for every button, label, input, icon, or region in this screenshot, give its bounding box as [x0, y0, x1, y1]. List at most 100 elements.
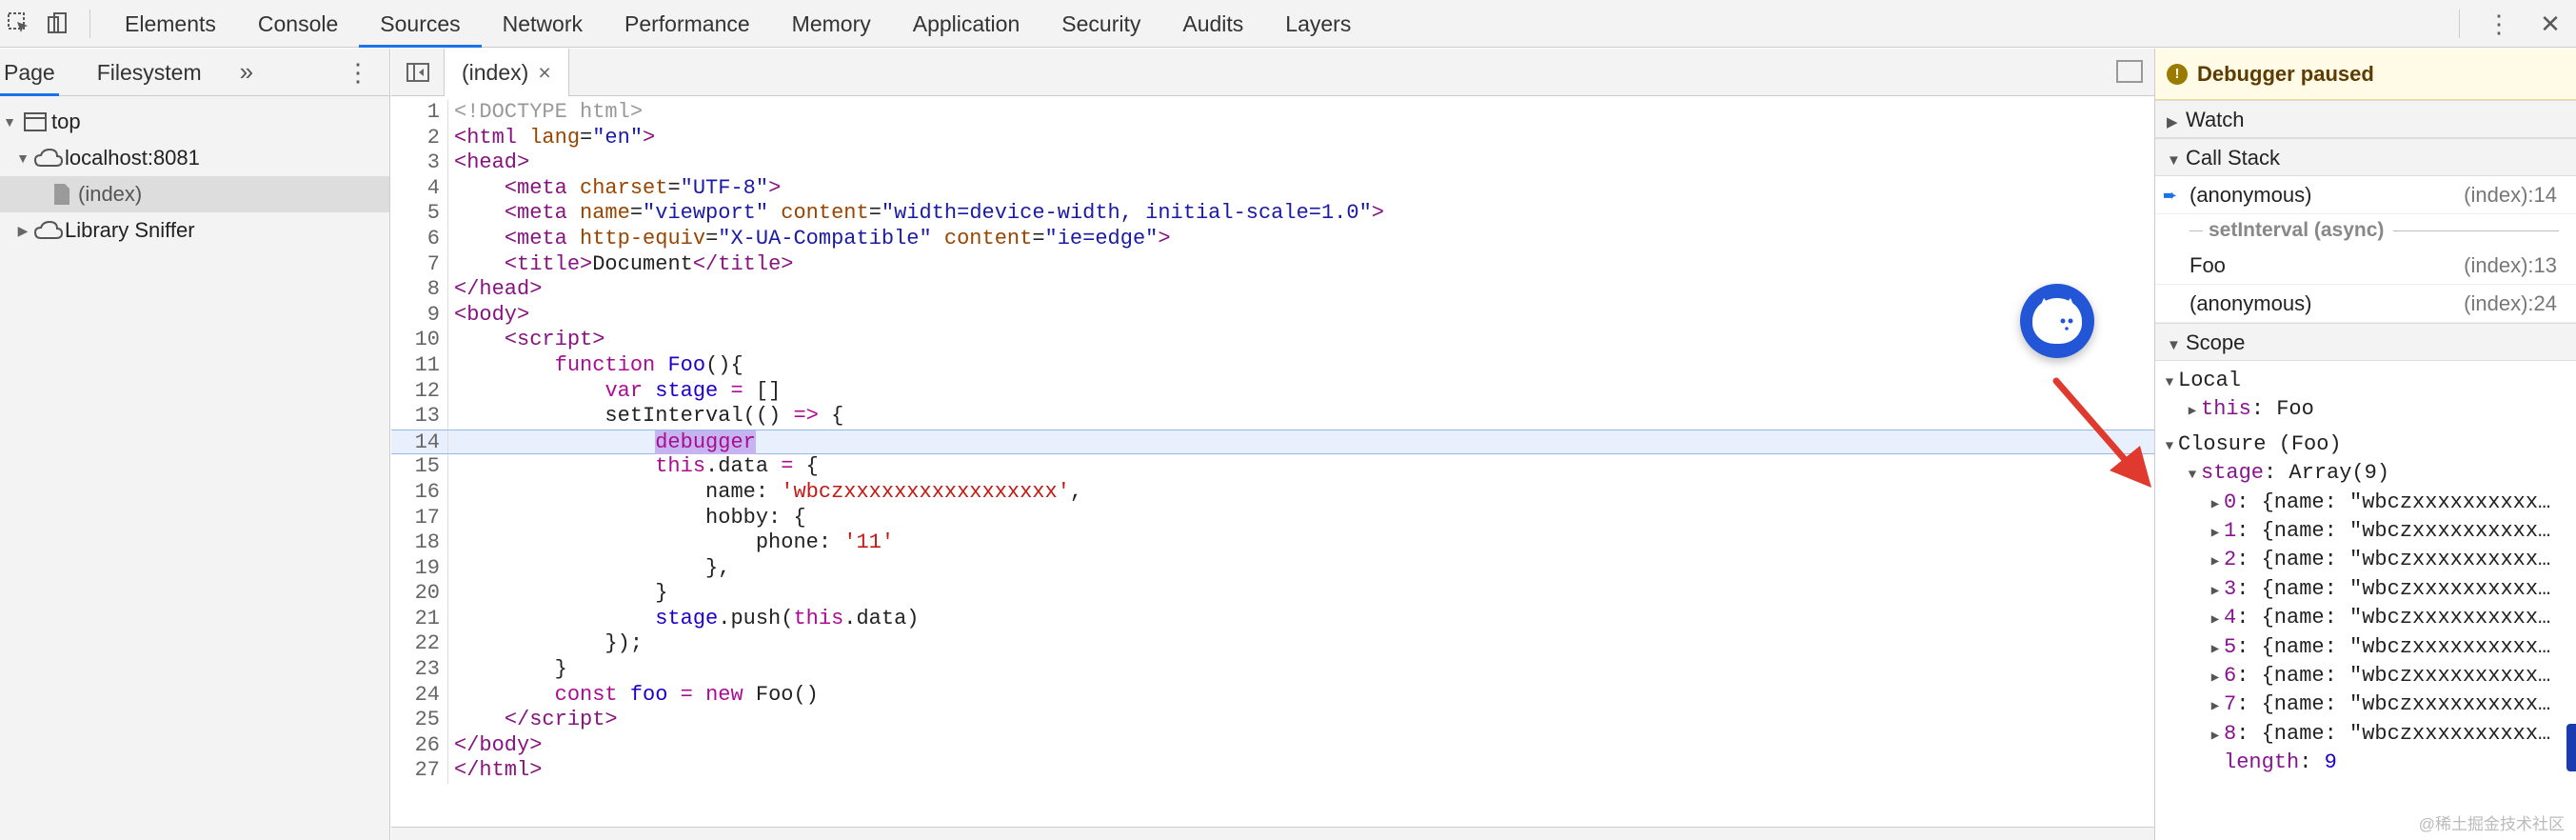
watch-section-header[interactable]: ▶ Watch [2155, 100, 2576, 138]
tree-item-label: top [51, 110, 81, 133]
code-line: 18 phone: '11' [391, 530, 2154, 556]
scope-section-header[interactable]: ▼ Scope [2155, 323, 2576, 361]
tab-elements[interactable]: Elements [104, 0, 237, 48]
annotation-arrow-icon [2052, 377, 2151, 488]
array-item[interactable]: ▶ 2: {name: "wbczxxxxxxxxxx… [2155, 546, 2576, 574]
frame-location[interactable]: (index):14 [2464, 176, 2557, 213]
scope-label: Local [2178, 369, 2242, 392]
code-line: 5 <meta name="viewport" content="width=d… [391, 201, 2154, 227]
expand-triangle-icon[interactable]: ▶ [13, 212, 32, 249]
tree-item-label: localhost:8081 [65, 146, 200, 170]
call-frame[interactable]: ➨ (anonymous) (index):14 [2155, 176, 2576, 214]
tab-sources[interactable]: Sources [359, 0, 483, 48]
collapsed-triangle-icon: ▶ [2188, 404, 2197, 420]
collapsed-triangle-icon: ▶ [2210, 670, 2220, 686]
tab-page[interactable]: Page [0, 49, 59, 96]
code-line: 13 setInterval(() => { [391, 404, 2154, 430]
tab-application[interactable]: Application [892, 0, 1041, 48]
tab-layers[interactable]: Layers [1264, 0, 1372, 48]
array-item[interactable]: ▶ 0: {name: "wbczxxxxxxxxxx… [2155, 489, 2576, 517]
tab-console[interactable]: Console [237, 0, 359, 48]
prop-value: Foo [2276, 397, 2314, 422]
scope-tree: ▼ Local ▶ this: Foo ▼ Closure (Foo) ▼ stage:… [2155, 361, 2576, 777]
code-line: 21 stage.push(this.data) [391, 606, 2154, 632]
call-frame[interactable]: Foo (index):13 [2155, 247, 2576, 285]
scope-closure[interactable]: ▼ Closure (Foo) [2155, 430, 2576, 459]
frame-location[interactable]: (index):24 [2464, 285, 2557, 322]
code-line: 11 function Foo(){ [391, 352, 2154, 379]
toolbar-divider [89, 9, 90, 38]
code-line: 12 var stage = [] [391, 378, 2154, 405]
array-item[interactable]: ▶ 6: {name: "wbczxxxxxxxxxx… [2155, 662, 2576, 690]
section-label: Watch [2186, 108, 2245, 131]
more-tabs-icon[interactable]: » [240, 57, 253, 87]
tree-item-label: (index) [78, 182, 143, 206]
tab-security[interactable]: Security [1040, 0, 1161, 48]
collapsed-triangle-icon: ▶ [2167, 114, 2178, 130]
tab-performance[interactable]: Performance [604, 0, 771, 48]
cloud-icon [32, 148, 65, 169]
debugger-sidebar: ! Debugger paused ▶ Watch ▼ Call Stack ➨ (… [2154, 49, 2576, 840]
prop-key: stage [2201, 461, 2265, 486]
frame-icon [19, 111, 51, 132]
async-label: setInterval (async) [2209, 219, 2385, 241]
scope-local[interactable]: ▼ Local [2155, 367, 2576, 395]
frame-name: (anonymous) [2190, 183, 2312, 207]
tab-audits[interactable]: Audits [1161, 0, 1264, 48]
scope-label: Closure (Foo) [2178, 431, 2342, 456]
code-line: 9 <body> [391, 302, 2154, 329]
kebab-menu-icon[interactable]: ⋮ [2473, 0, 2525, 48]
file-navigator: Page Filesystem » ⋮ ▼ top ▼ localhost:80… [0, 49, 390, 840]
frame-location[interactable]: (index):13 [2464, 247, 2557, 284]
collapsed-triangle-icon: ▶ [2210, 583, 2220, 599]
code-line: 19 }, [391, 555, 2154, 582]
array-item-value: {name: "wbczxxxxxxxxxx… [2261, 663, 2551, 688]
file-tab-index[interactable]: (index) × [445, 48, 569, 96]
close-tab-icon[interactable]: × [538, 60, 550, 85]
scope-prop-stage[interactable]: ▼ stage: Array(9) [2155, 459, 2576, 488]
array-item[interactable]: ▶ 7: {name: "wbczxxxxxxxxxx… [2155, 690, 2576, 719]
scope-prop-this[interactable]: ▶ this: Foo [2155, 395, 2576, 424]
array-item[interactable]: ▶ 5: {name: "wbczxxxxxxxxxx… [2155, 633, 2576, 662]
navigator-menu-icon[interactable]: ⋮ [346, 49, 370, 96]
array-item[interactable]: ▶ 8: {name: "wbczxxxxxxxxxx… [2155, 720, 2576, 749]
expand-triangle-icon[interactable]: ▼ [0, 104, 19, 140]
toggle-debugger-icon[interactable] [2116, 60, 2143, 83]
call-frame[interactable]: (anonymous) (index):24 [2155, 285, 2576, 323]
collapsed-triangle-icon: ▶ [2210, 496, 2220, 512]
array-item[interactable]: ▶ 1: {name: "wbczxxxxxxxxxx… [2155, 517, 2576, 546]
expanded-triangle-icon: ▼ [2167, 337, 2181, 353]
code-editor: (index) × 1 <!DOCTYPE html> 2 <html lang="e… [391, 48, 2154, 840]
expanded-triangle-icon: ▼ [2165, 438, 2174, 454]
close-icon[interactable]: ✕ [2525, 0, 2576, 48]
code-line: 10 <script> [391, 328, 2154, 353]
expanded-triangle-icon: ▼ [2165, 375, 2174, 390]
call-stack-section-header[interactable]: ▼ Call Stack [2155, 138, 2576, 176]
tree-item-top[interactable]: ▼ top [0, 104, 389, 140]
tab-filesystem[interactable]: Filesystem [93, 49, 206, 96]
debugger-paused-banner: ! Debugger paused [2155, 49, 2576, 100]
tab-memory[interactable]: Memory [771, 0, 892, 48]
code-line: 8 </head> [391, 277, 2154, 303]
tree-item-index[interactable]: (index) [0, 176, 389, 212]
code-line: 3 <head> [391, 150, 2154, 176]
array-item[interactable]: ▶ 3: {name: "wbczxxxxxxxxxx… [2155, 575, 2576, 604]
code-line: 4 <meta charset="UTF-8"> [391, 175, 2154, 202]
tree-item-library-sniffer[interactable]: ▶ Library Sniffer [0, 212, 389, 249]
toggle-navigator-icon[interactable] [391, 48, 445, 96]
file-icon [46, 183, 78, 206]
expand-triangle-icon[interactable]: ▼ [13, 140, 32, 176]
device-toolbar-icon[interactable] [38, 0, 76, 48]
edge-decoration [2566, 724, 2576, 771]
array-item[interactable]: ▶ 4: {name: "wbczxxxxxxxxxx… [2155, 604, 2576, 632]
current-frame-arrow-icon: ➨ [2163, 186, 2178, 205]
code-line: 1 <!DOCTYPE html> [391, 100, 2154, 126]
source-code[interactable]: 1 <!DOCTYPE html> 2 <html lang="en"> 3 <hea… [391, 100, 2154, 785]
code-line: 25 </script> [391, 708, 2154, 733]
array-item-value: {name: "wbczxxxxxxxxxx… [2261, 692, 2551, 717]
tree-item-localhost[interactable]: ▼ localhost:8081 [0, 140, 389, 176]
navigator-tabs: Page Filesystem » ⋮ [0, 49, 389, 96]
code-line: 26 </body> [391, 732, 2154, 759]
inspect-element-icon[interactable] [0, 0, 38, 48]
tab-network[interactable]: Network [482, 0, 604, 48]
